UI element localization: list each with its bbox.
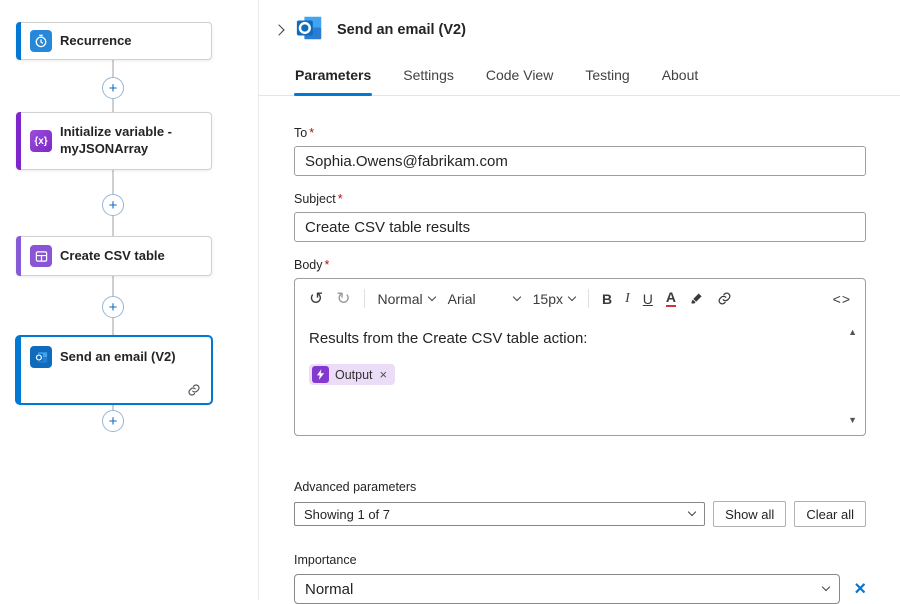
rich-text-editor: ↺ ↻ Normal Arial 15px B I U A <box>294 278 866 436</box>
tab-parameters[interactable]: Parameters <box>294 62 372 95</box>
outlook-icon <box>30 346 52 368</box>
chevron-down-icon <box>512 292 520 300</box>
highlight-button[interactable] <box>689 291 704 306</box>
flow-node-create-csv-table[interactable]: Create CSV table <box>16 236 212 276</box>
to-label: To* <box>294 126 866 140</box>
link-icon <box>717 291 732 306</box>
font-size-value: 15px <box>533 291 563 307</box>
remove-parameter-icon[interactable]: × <box>854 579 866 599</box>
redo-button[interactable]: ↻ <box>336 290 350 307</box>
font-family-dropdown[interactable]: Arial <box>448 291 520 307</box>
highlighter-icon <box>689 291 704 306</box>
recurrence-clock-icon <box>30 30 52 52</box>
advanced-parameters-dropdown[interactable]: Showing 1 of 7 <box>294 502 705 526</box>
connection-link-icon[interactable] <box>187 383 201 400</box>
variable-accent-bar <box>16 112 21 170</box>
token-remove-icon[interactable]: × <box>380 367 388 382</box>
chevron-down-icon <box>688 508 696 516</box>
flow-node-label: Send an email (V2) <box>60 349 176 366</box>
paragraph-style-dropdown[interactable]: Normal <box>378 291 435 307</box>
flow-canvas: Recurrence + {x} Initialize variable - m… <box>0 0 258 600</box>
dynamic-content-token[interactable]: Output × <box>309 364 395 385</box>
advanced-parameters-section: Advanced parameters Showing 1 of 7 Show … <box>294 480 866 527</box>
editor-toolbar: ↺ ↻ Normal Arial 15px B I U A <box>295 279 865 317</box>
parameters-form: To* Subject* Body* ↺ ↻ Normal Arial <box>259 96 900 604</box>
chevron-down-icon <box>822 583 830 591</box>
initialize-variable-icon: {x} <box>30 130 52 152</box>
toolbar-divider <box>364 289 365 308</box>
to-input[interactable] <box>294 146 866 176</box>
create-csv-table-icon <box>30 245 52 267</box>
required-asterisk: * <box>309 126 314 140</box>
flow-node-send-email[interactable]: Send an email (V2) <box>16 336 212 404</box>
flow-node-label: Initialize variable - myJSONArray <box>60 124 200 158</box>
body-editor-content[interactable]: Results from the Create CSV table action… <box>295 317 865 435</box>
clear-all-button[interactable]: Clear all <box>794 501 866 527</box>
subject-input[interactable] <box>294 212 866 242</box>
subject-field-group: Subject* <box>294 192 866 242</box>
scroll-up-arrow[interactable]: ▲ <box>848 327 857 337</box>
font-family-value: Arial <box>448 291 476 307</box>
subject-label-text: Subject <box>294 192 336 206</box>
font-color-button[interactable]: A <box>666 290 676 307</box>
undo-icon: ↺ <box>309 290 323 307</box>
recurrence-accent-bar <box>16 22 21 60</box>
flow-node-label: Recurrence <box>60 33 132 50</box>
importance-section: Importance Normal × <box>294 553 866 604</box>
advanced-dropdown-value: Showing 1 of 7 <box>304 507 390 522</box>
collapse-panel-icon[interactable] <box>273 24 284 35</box>
token-line: Output × <box>309 364 837 385</box>
flow-node-recurrence[interactable]: Recurrence <box>16 22 212 60</box>
importance-value: Normal <box>305 581 353 598</box>
chevron-down-icon <box>568 292 576 300</box>
to-label-text: To <box>294 126 307 140</box>
send-email-accent-bar <box>16 336 21 404</box>
font-size-dropdown[interactable]: 15px <box>533 291 575 307</box>
undo-button[interactable]: ↺ <box>309 290 323 307</box>
insert-step-button[interactable]: + <box>102 77 124 99</box>
to-field-group: To* <box>294 126 866 176</box>
tab-testing[interactable]: Testing <box>584 62 630 95</box>
panel-tabs: Parameters Settings Code View Testing Ab… <box>259 62 900 96</box>
outlook-icon <box>295 13 325 46</box>
required-asterisk: * <box>338 192 343 206</box>
flow-node-initialize-variable[interactable]: {x} Initialize variable - myJSONArray <box>16 112 212 170</box>
csv-accent-bar <box>16 236 21 276</box>
tab-settings[interactable]: Settings <box>402 62 455 95</box>
chevron-down-icon <box>427 292 435 300</box>
insert-step-button[interactable]: + <box>102 194 124 216</box>
paragraph-style-value: Normal <box>378 291 423 307</box>
required-asterisk: * <box>325 258 330 272</box>
subject-label: Subject* <box>294 192 866 206</box>
link-button[interactable] <box>717 291 732 306</box>
token-label: Output <box>335 368 373 382</box>
importance-label: Importance <box>294 553 866 567</box>
action-config-panel: Send an email (V2) Parameters Settings C… <box>258 0 900 600</box>
redo-icon: ↻ <box>336 290 350 307</box>
insert-step-button[interactable]: + <box>102 296 124 318</box>
tab-about[interactable]: About <box>661 62 700 95</box>
body-label: Body* <box>294 258 866 272</box>
italic-button[interactable]: I <box>625 291 630 307</box>
body-field-group: Body* ↺ ↻ Normal Arial 15px B I U A <box>294 258 866 436</box>
toolbar-divider <box>588 289 589 308</box>
scroll-down-arrow[interactable]: ▼ <box>848 415 857 425</box>
show-all-button[interactable]: Show all <box>713 501 786 527</box>
body-label-text: Body <box>294 258 323 272</box>
insert-step-button[interactable]: + <box>102 410 124 432</box>
body-text[interactable]: Results from the Create CSV table action… <box>309 330 837 347</box>
page-title: Send an email (V2) <box>337 22 466 38</box>
code-view-button[interactable]: <> <box>833 291 851 307</box>
advanced-parameters-label: Advanced parameters <box>294 480 866 494</box>
tab-code-view[interactable]: Code View <box>485 62 554 95</box>
panel-header: Send an email (V2) <box>259 0 900 46</box>
flow-node-label: Create CSV table <box>60 248 165 265</box>
bold-button[interactable]: B <box>602 291 612 307</box>
underline-button[interactable]: U <box>643 291 653 307</box>
dynamic-content-icon <box>312 366 329 383</box>
